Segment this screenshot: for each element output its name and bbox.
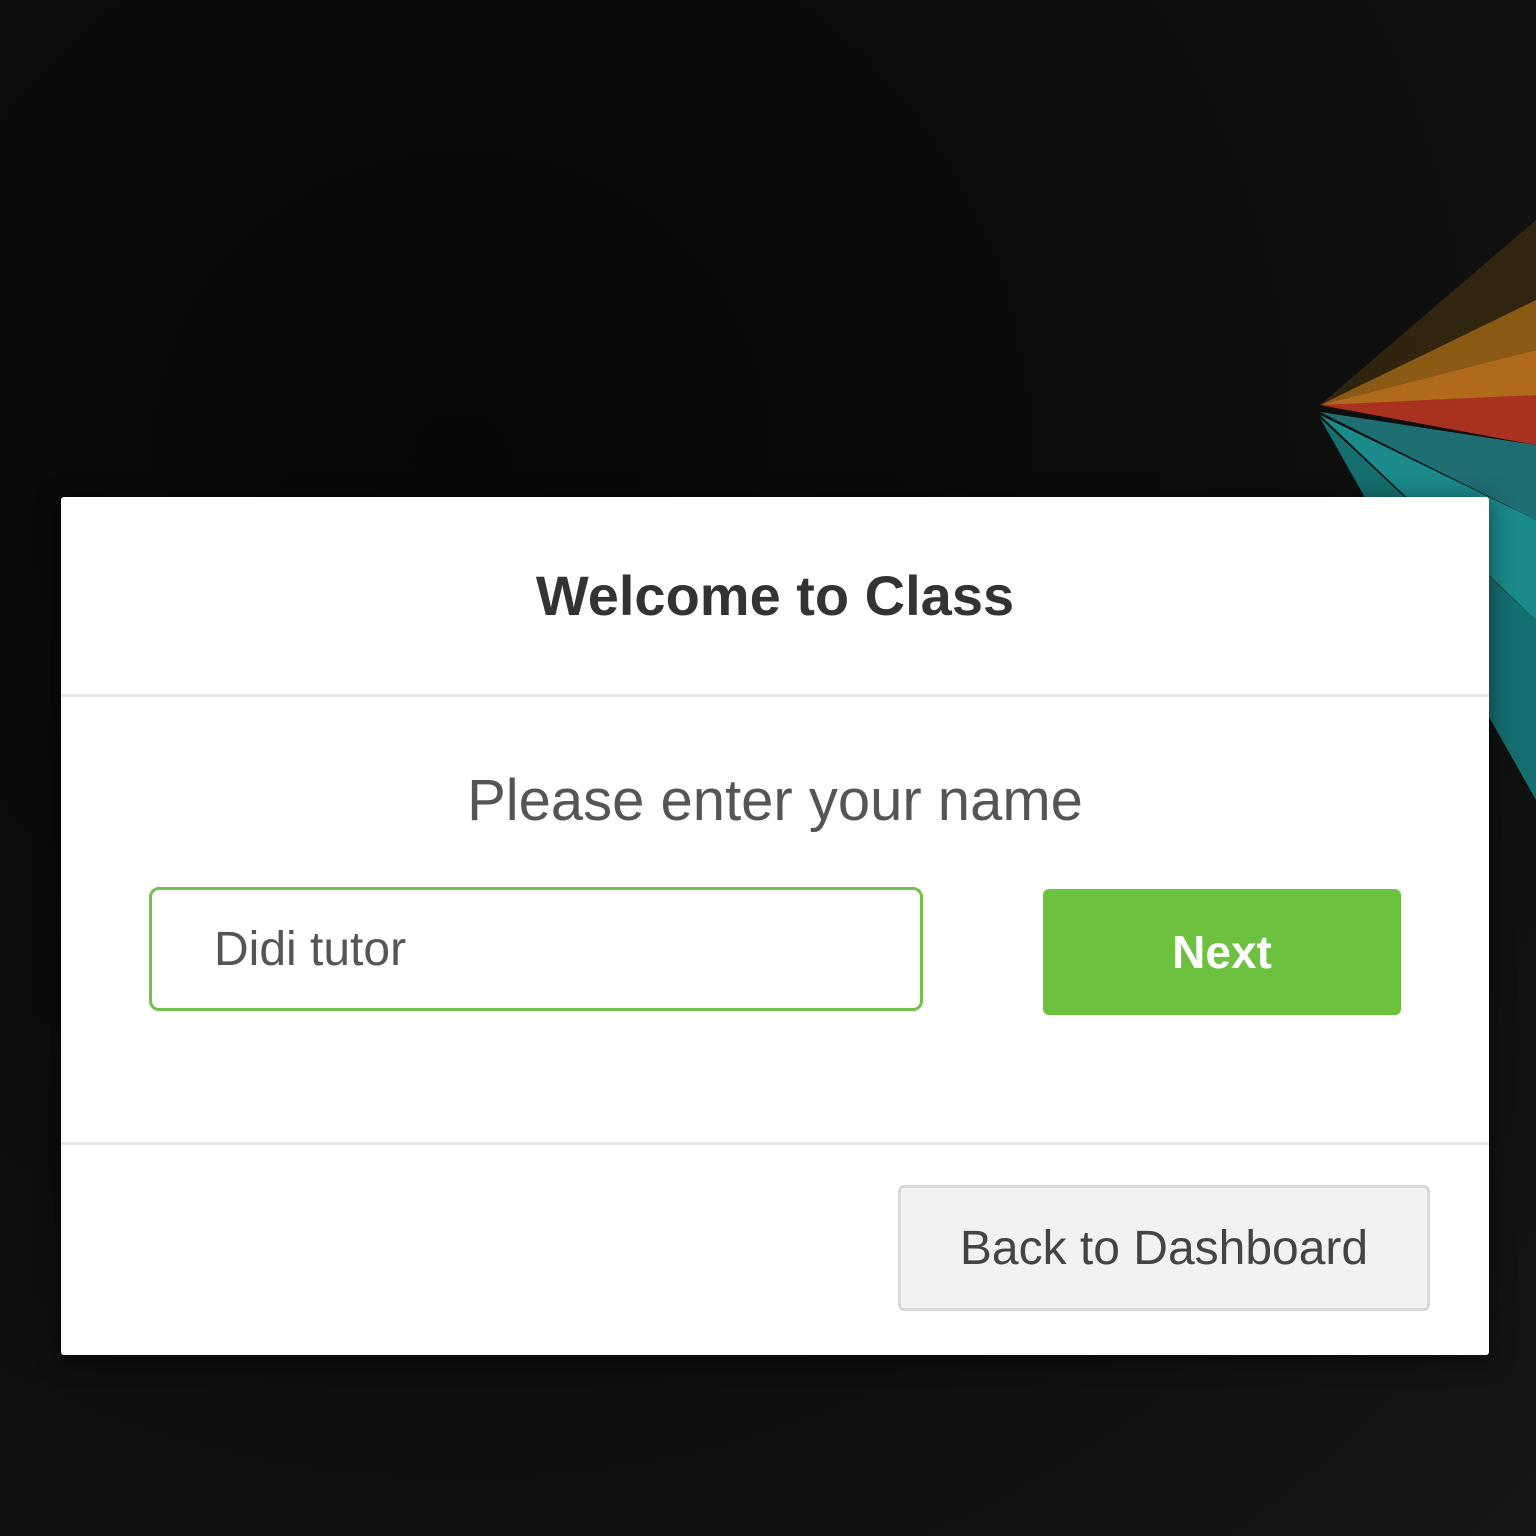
dialog-title: Welcome to Class [535,564,1015,627]
back-to-dashboard-button[interactable]: Back to Dashboard [898,1185,1430,1311]
dialog-header: Welcome to Class [61,497,1489,697]
welcome-dialog: Welcome to Class Please enter your name … [61,497,1489,1355]
dialog-body: Please enter your name Next [61,697,1489,1145]
name-input[interactable] [149,887,923,1011]
dialog-footer: Back to Dashboard [61,1145,1489,1355]
next-button[interactable]: Next [1043,889,1401,1015]
name-prompt: Please enter your name [467,768,1083,833]
